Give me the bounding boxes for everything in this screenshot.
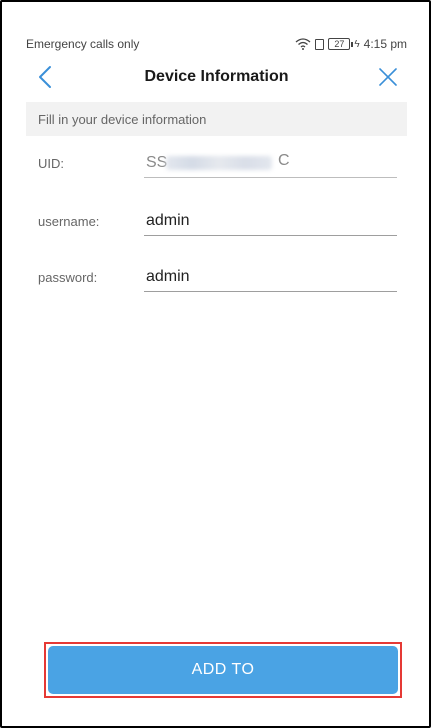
password-row: password: [26, 258, 407, 298]
chevron-left-icon[interactable] [34, 64, 58, 90]
carrier-text: Emergency calls only [26, 37, 140, 51]
wifi-icon [295, 38, 311, 50]
status-icons: 27 ϟ 4:15 pm [295, 37, 407, 51]
charging-icon: ϟ [354, 38, 360, 50]
phone-frame: Emergency calls only 27 ϟ 4:15 pm Device… [0, 0, 431, 728]
password-field[interactable] [144, 262, 397, 292]
battery-icon: 27 ϟ [328, 38, 360, 50]
status-bar: Emergency calls only 27 ϟ 4:15 pm [26, 34, 407, 54]
close-icon[interactable] [377, 66, 399, 88]
add-to-button[interactable]: ADD TO [48, 646, 398, 694]
uid-value-tail: C [278, 152, 290, 169]
password-label: password: [38, 270, 98, 285]
navigation-bar: Device Information [26, 60, 407, 94]
username-label: username: [38, 214, 100, 229]
section-header: Fill in your device information [26, 102, 407, 136]
clock-time: 4:15 pm [363, 37, 407, 51]
battery-level: 27 [328, 38, 351, 50]
username-row: username: [26, 202, 407, 242]
sim-icon [315, 38, 325, 50]
uid-redacted-region [166, 156, 272, 170]
uid-label: UID: [38, 156, 64, 171]
battery-tip [351, 41, 354, 47]
username-field[interactable] [144, 206, 397, 236]
uid-row: UID: C [26, 144, 407, 184]
section-header-text: Fill in your device information [38, 111, 207, 127]
page-title: Device Information [144, 68, 289, 85]
